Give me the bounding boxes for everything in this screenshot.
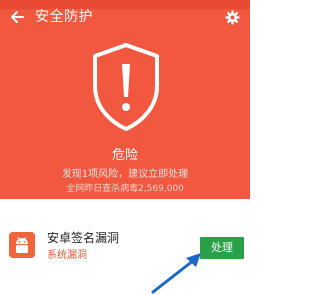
risk-status: 危险	[111, 148, 138, 163]
android-icon	[9, 232, 35, 258]
risk-item-name: 安卓签名漏洞	[47, 231, 120, 245]
danger-shield-icon	[93, 43, 159, 131]
page-title: 安全防护	[35, 9, 93, 25]
risk-summary: 发现1项风险，建议立即处理	[61, 169, 189, 180]
back-arrow-icon[interactable]	[9, 9, 25, 25]
fix-button[interactable]: 处理	[200, 237, 244, 259]
risk-item-category: 系统漏洞	[47, 250, 87, 261]
pointer-arrow-annotation	[151, 253, 201, 294]
gear-icon[interactable]	[225, 10, 240, 25]
virus-stats: 全网昨日查杀病毒2,569,000	[66, 184, 184, 194]
